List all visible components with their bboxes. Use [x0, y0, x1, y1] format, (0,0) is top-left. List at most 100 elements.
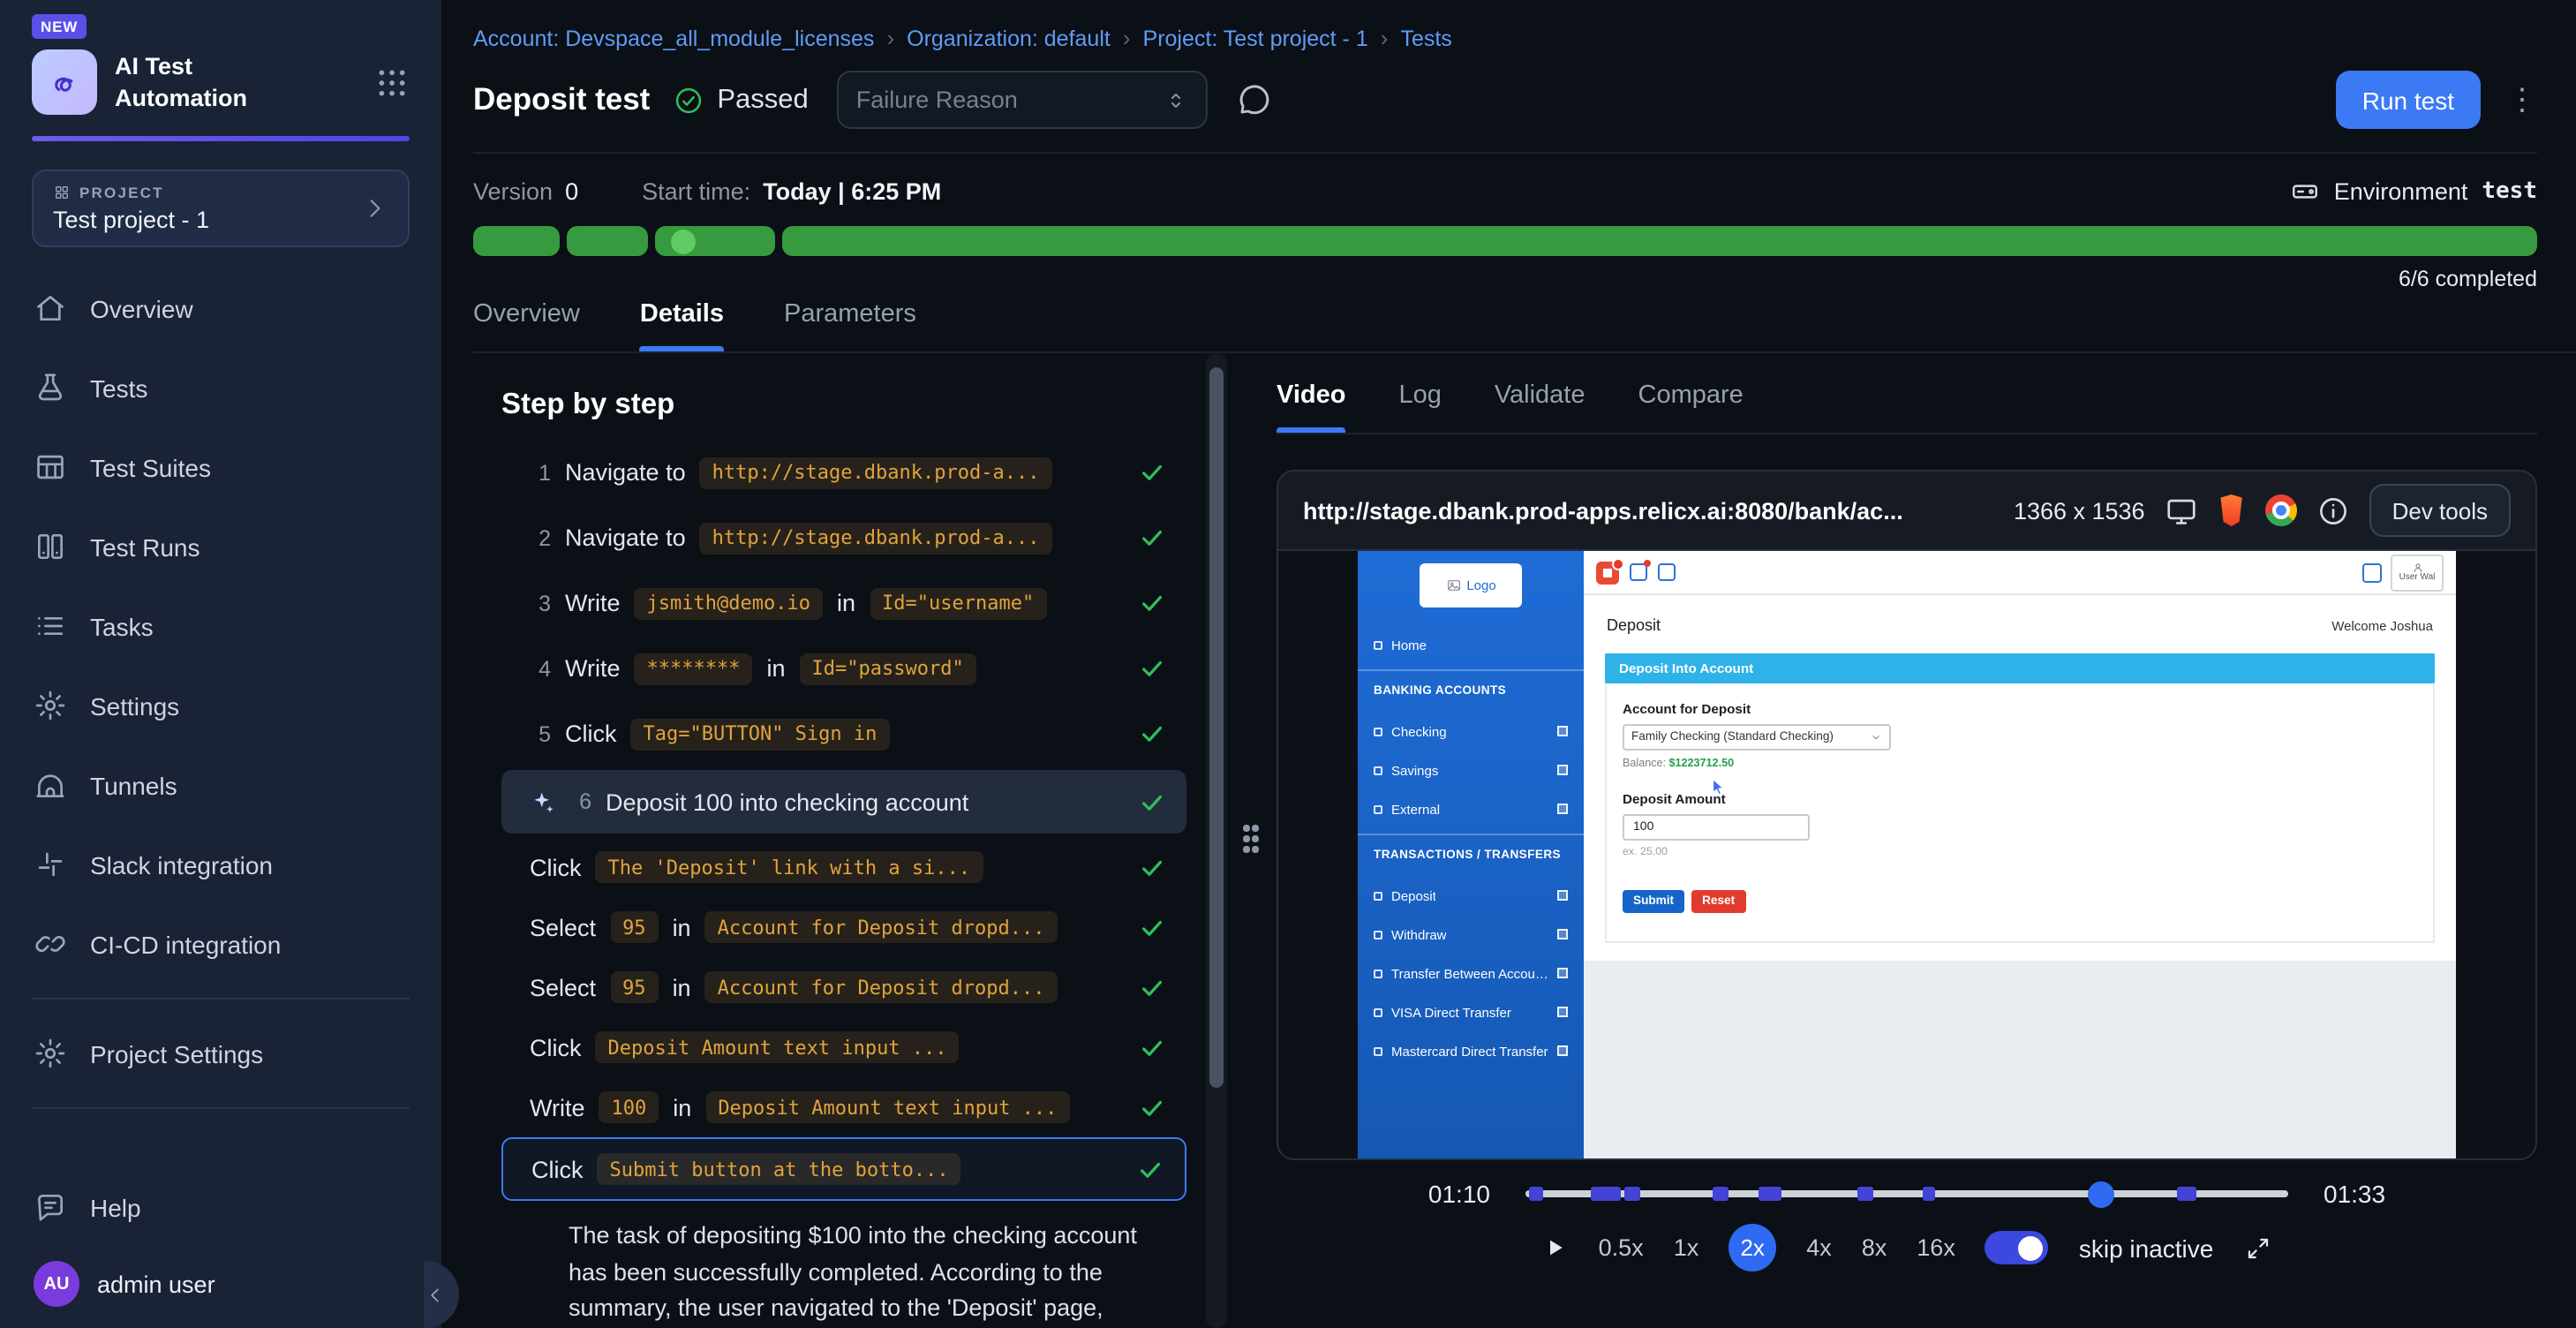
sidebar-item-tasks[interactable]: Tasks	[14, 586, 427, 666]
progress-bar	[441, 207, 2576, 256]
bullet-icon	[1374, 640, 1382, 649]
step-row[interactable]: ClickThe 'Deposit' link with a si...	[501, 837, 1186, 897]
tunnel-icon	[34, 768, 67, 802]
sidebar-item-ci-cd-integration[interactable]: CI-CD integration	[14, 904, 427, 984]
step-row[interactable]: Write100inDeposit Amount text input ...	[501, 1077, 1186, 1137]
scrubber-activity-marker	[1713, 1187, 1729, 1201]
skip-inactive-toggle[interactable]	[1985, 1231, 2049, 1264]
scrubber-activity-marker	[1759, 1187, 1781, 1201]
video-tab-validate[interactable]: Validate	[1495, 381, 1586, 433]
speed-4x[interactable]: 4x	[1806, 1234, 1832, 1261]
step-number: 5	[530, 721, 551, 746]
bank-nav-item-mastercard-direct-transfer: Mastercard Direct Transfer	[1358, 1031, 1584, 1070]
step-row[interactable]: 4Write********inId="password"	[501, 636, 1186, 701]
speed-2x[interactable]: 2x	[1729, 1224, 1776, 1271]
step-action-text: Navigate to	[565, 459, 686, 486]
total-time: 01:33	[2324, 1180, 2385, 1208]
checkbox-icon	[1557, 804, 1568, 814]
step-summary: The task of depositing $100 into the che…	[569, 1219, 1179, 1328]
sidebar-item-tunnels[interactable]: Tunnels	[14, 745, 427, 825]
speed-16x[interactable]: 16x	[1917, 1234, 1955, 1261]
environment-info: Environment test	[2290, 177, 2537, 207]
step-row[interactable]: ClickDeposit Amount text input ...	[501, 1017, 1186, 1077]
sidebar: NEW AI Test Automation PROJECT Test proj…	[0, 0, 441, 1328]
breadcrumb-link-project[interactable]: Project: Test project - 1	[1143, 26, 1368, 50]
info-icon[interactable]	[2316, 494, 2350, 527]
tab-details[interactable]: Details	[640, 300, 724, 351]
video-scrubber[interactable]	[1525, 1190, 2288, 1197]
step-action-text: Write	[530, 1094, 585, 1120]
environment-value: test	[2482, 178, 2537, 205]
speed-8x[interactable]: 8x	[1862, 1234, 1887, 1261]
video-viewport[interactable]: Logo HomeBANKING ACCOUNTSCheckingSavings…	[1278, 551, 2535, 1158]
check-icon	[1139, 721, 1165, 747]
bank-nav-header: TRANSACTIONS / TRANSFERS	[1358, 834, 1584, 876]
bank-nav-item-deposit: Deposit	[1358, 876, 1584, 915]
panel-resizer[interactable]	[1227, 353, 1277, 1328]
speed-1x[interactable]: 1x	[1674, 1234, 1699, 1261]
sidebar-item-help[interactable]: Help	[14, 1167, 427, 1247]
step-target-chip: The 'Deposit' link with a si...	[596, 851, 983, 883]
step-action-text: Deposit 100 into checking account	[606, 788, 968, 815]
step-row[interactable]: 5ClickTag="BUTTON" Sign in	[501, 701, 1186, 766]
deposit-card: Deposit Into Account Account for Deposit…	[1605, 653, 2435, 943]
step-row[interactable]: Select95inAccount for Deposit dropd...	[501, 897, 1186, 957]
app-logo	[32, 49, 97, 115]
run-test-button[interactable]: Run test	[2336, 71, 2481, 129]
chevron-left-icon	[424, 1283, 447, 1306]
step-row[interactable]: 2Navigate tohttp://stage.dbank.prod-a...	[501, 505, 1186, 570]
sidebar-secondary-nav: Project Settings	[0, 1014, 441, 1093]
checkbox-icon	[1557, 1007, 1568, 1017]
step-action-text: Write	[565, 590, 621, 616]
sidebar-item-overview[interactable]: Overview	[14, 268, 427, 348]
sidebar-item-settings[interactable]: Settings	[14, 666, 427, 745]
comment-icon[interactable]	[1236, 81, 1273, 118]
sidebar-item-test-suites[interactable]: Test Suites	[14, 427, 427, 507]
tab-overview[interactable]: Overview	[473, 300, 580, 351]
sidebar-item-slack-integration[interactable]: Slack integration	[14, 825, 427, 904]
step-row[interactable]: 6Deposit 100 into checking account	[501, 770, 1186, 834]
fullscreen-icon[interactable]	[2243, 1234, 2271, 1262]
brand-underline	[32, 136, 410, 141]
progress-segment	[473, 226, 560, 256]
user-menu[interactable]: AU admin user	[14, 1247, 427, 1307]
video-resolution: 1366 x 1536	[2014, 497, 2145, 524]
chrome-browser-icon[interactable]	[2265, 494, 2297, 526]
bank-nav-item-transfer-between-accounts: Transfer Between Accounts	[1358, 954, 1584, 992]
step-target-chip: Deposit Amount text input ...	[705, 1091, 1069, 1123]
breadcrumb-link-tests[interactable]: Tests	[1400, 26, 1451, 50]
brave-browser-icon[interactable]	[2218, 494, 2246, 526]
bank-nav-item-external: External	[1358, 789, 1584, 828]
sidebar-item-project-settings[interactable]: Project Settings	[14, 1014, 427, 1093]
playhead[interactable]	[2088, 1181, 2114, 1207]
step-action-text: Click	[531, 1156, 584, 1182]
failure-reason-select[interactable]: Failure Reason	[837, 71, 1208, 129]
video-tab-log[interactable]: Log	[1398, 381, 1441, 433]
step-row[interactable]: ClickSubmit button at the botto...	[501, 1137, 1186, 1201]
breadcrumb-link-account[interactable]: Account: Devspace_all_module_licenses	[473, 26, 874, 50]
breadcrumb-link-organization[interactable]: Organization: default	[907, 26, 1111, 50]
devtools-button[interactable]: Dev tools	[2369, 484, 2511, 537]
steps-panel: Step by step 1Navigate tohttp://stage.db…	[441, 353, 1206, 1328]
sidebar-item-tests[interactable]: Tests	[14, 348, 427, 427]
monitor-icon[interactable]	[2165, 494, 2198, 527]
sidebar-item-test-runs[interactable]: Test Runs	[14, 507, 427, 586]
steps-scrollbar[interactable]	[1206, 353, 1227, 1328]
step-row[interactable]: 1Navigate tohttp://stage.dbank.prod-a...	[501, 440, 1186, 505]
speed-0-5x[interactable]: 0.5x	[1599, 1234, 1644, 1261]
tab-parameters[interactable]: Parameters	[784, 300, 916, 351]
bank-submit-button: Submit	[1623, 890, 1684, 913]
speed-controls: 0.5x 1x 2x 4x 8x 16x	[1599, 1224, 1955, 1271]
check-icon	[1139, 459, 1165, 486]
video-tab-video[interactable]: Video	[1277, 381, 1345, 433]
play-button[interactable]	[1542, 1234, 1569, 1261]
video-url: http://stage.dbank.prod-apps.relicx.ai:8…	[1303, 497, 1994, 524]
scrollbar-thumb[interactable]	[1209, 367, 1224, 1089]
kebab-menu-icon[interactable]: ⋮	[2507, 82, 2537, 117]
project-selector[interactable]: PROJECT Test project - 1	[32, 170, 410, 247]
video-panel: Video Log Validate Compare http://stage.dba…	[1277, 353, 2576, 1328]
step-row[interactable]: Select95inAccount for Deposit dropd...	[501, 957, 1186, 1017]
video-tab-compare[interactable]: Compare	[1638, 381, 1744, 433]
apps-grid-icon[interactable]	[374, 64, 410, 100]
step-row[interactable]: 3Writejsmith@demo.ioinId="username"	[501, 570, 1186, 636]
